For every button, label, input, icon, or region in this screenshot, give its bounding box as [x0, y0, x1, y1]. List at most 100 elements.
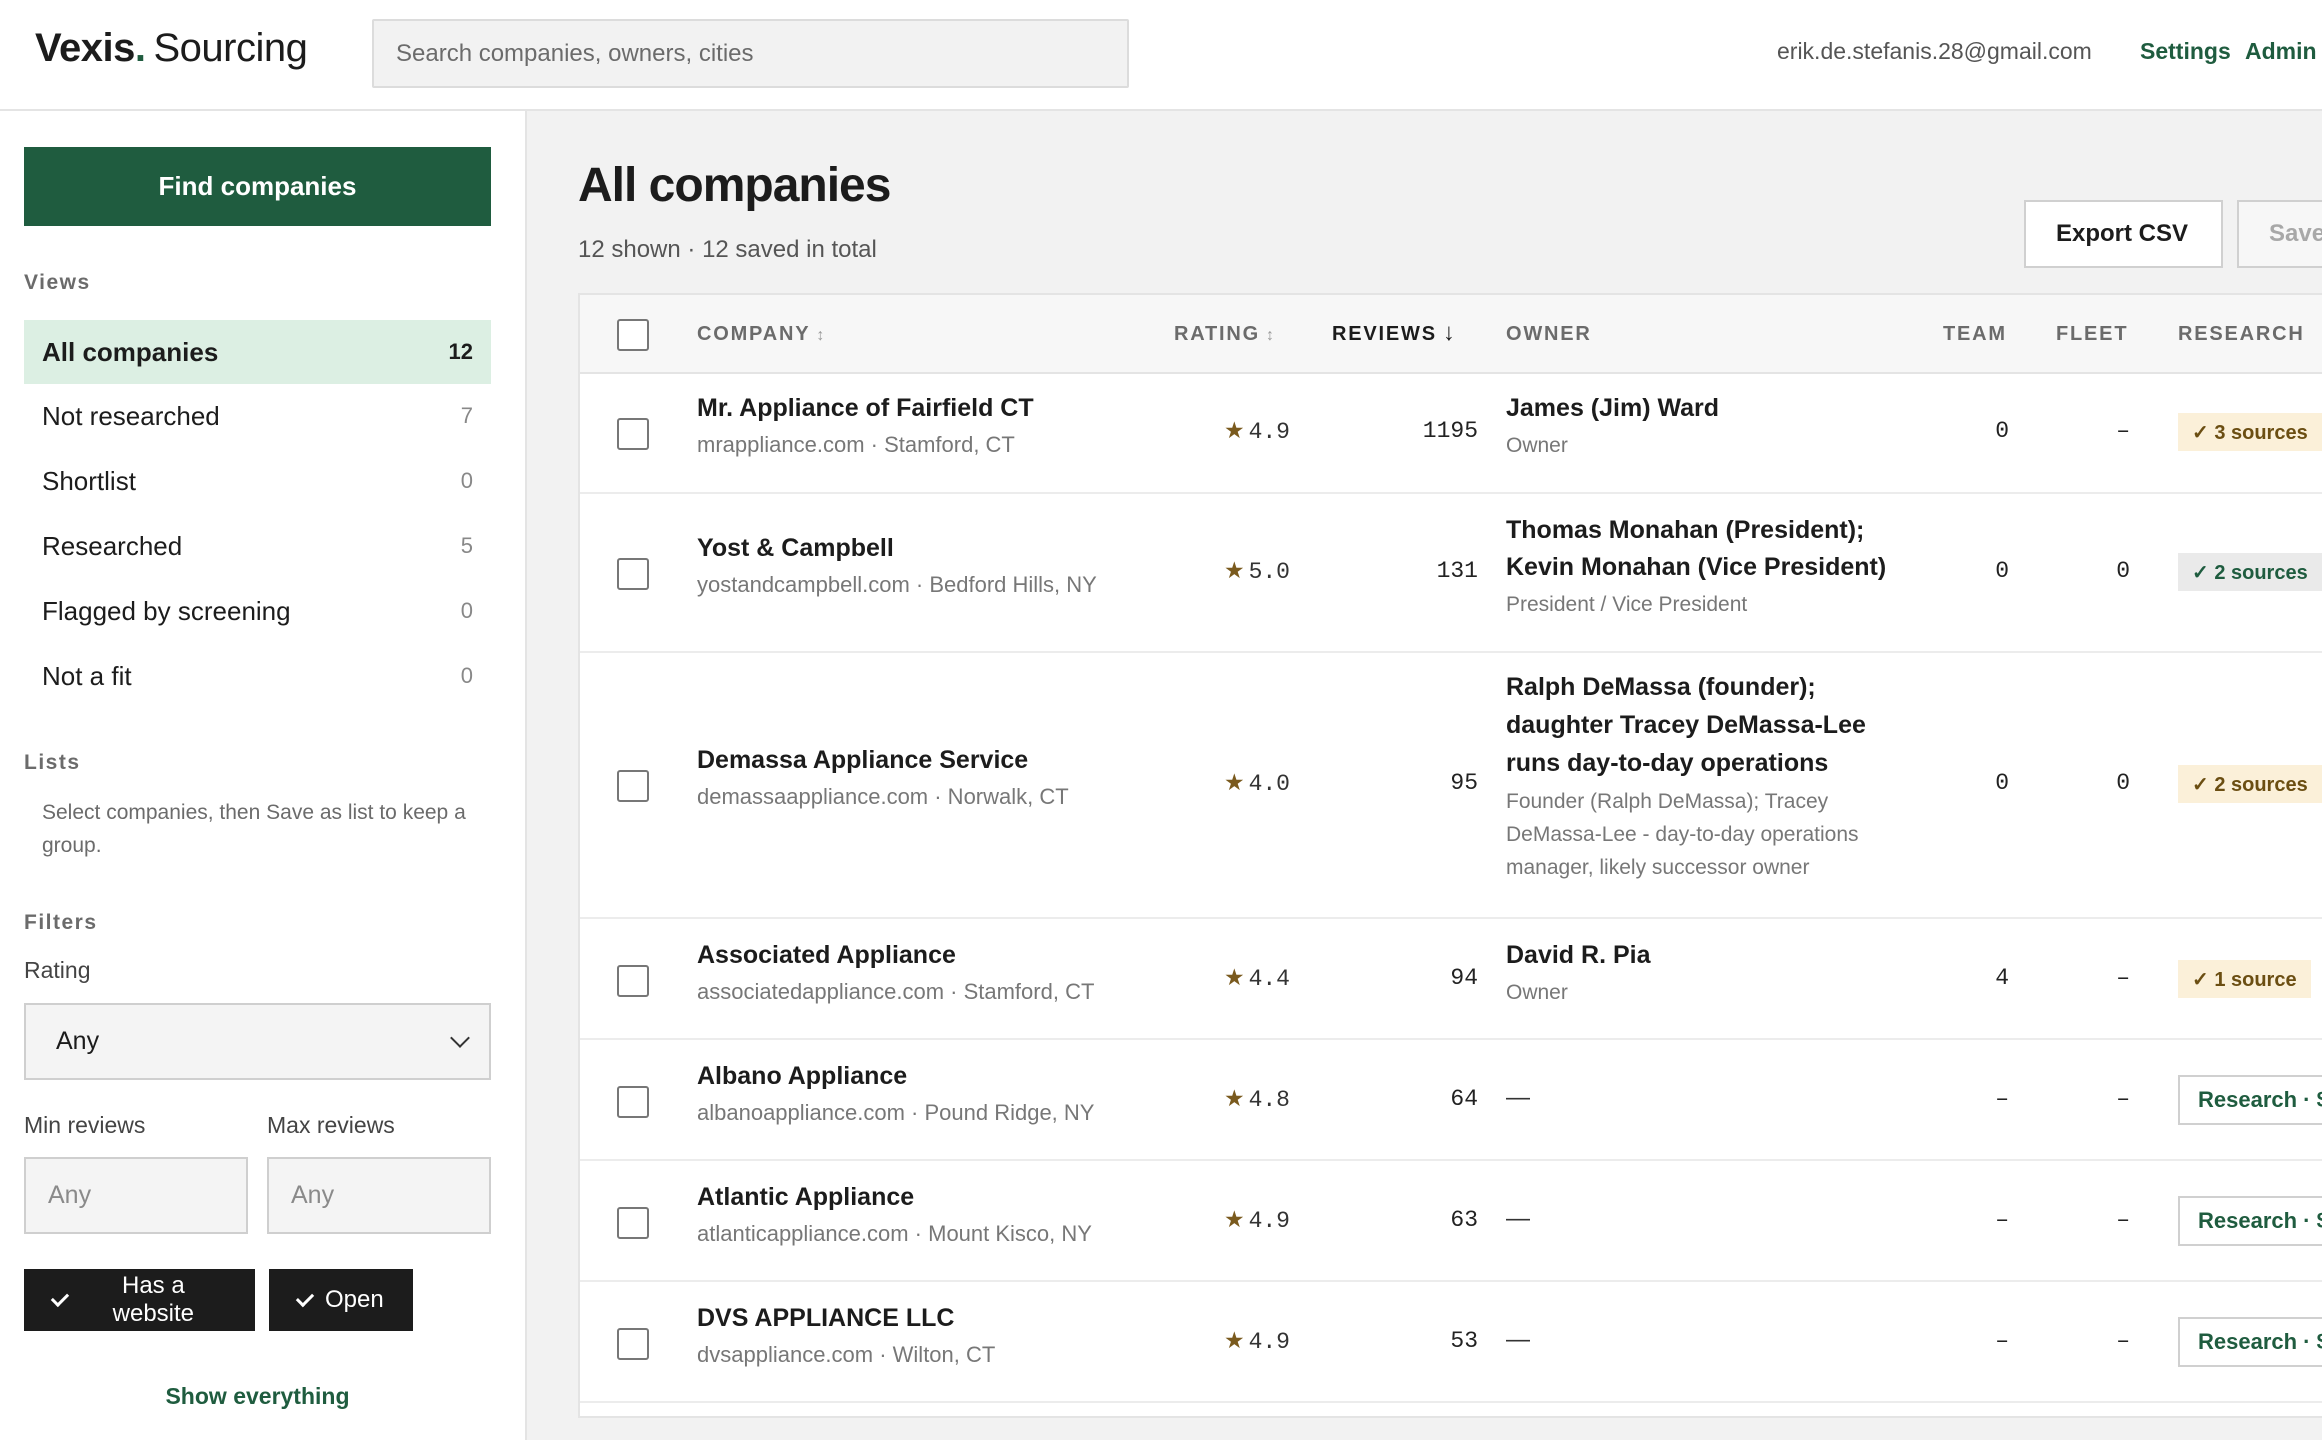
company-name[interactable]: DVS APPLIANCE LLC	[697, 1304, 954, 1333]
view-count: 12	[448, 339, 473, 364]
check-icon	[50, 1288, 69, 1307]
column-reviews[interactable]: REVIEWS ↓	[1332, 319, 1457, 347]
column-fleet[interactable]: FLEET	[2056, 323, 2128, 346]
table-row[interactable]: Mr. Appliance of Fairfield CT mrapplianc…	[580, 374, 2322, 494]
show-everything-link[interactable]: Show everything	[24, 1383, 491, 1410]
row-checkbox[interactable]	[617, 558, 649, 590]
select-all-checkbox[interactable]	[617, 319, 649, 351]
toggle-label: Has a website	[112, 1272, 195, 1327]
rating-value: 4.9	[1248, 419, 1290, 445]
table-row[interactable]: Atlantic Appliance atlanticappliance.com…	[580, 1161, 2322, 1282]
company-name[interactable]: Yost & Campbell	[697, 534, 894, 563]
toggle-label: Open	[325, 1286, 384, 1313]
owner-name: daughter Tracey DeMassa-Lee	[1506, 711, 1866, 739]
view-not-a-fit[interactable]: Not a fit 0	[24, 644, 491, 708]
sidebar: Find companies Views All companies 12 No…	[0, 111, 527, 1440]
row-checkbox[interactable]	[617, 1207, 649, 1239]
research-sources-badge[interactable]: ✓ 2 sources	[2178, 765, 2322, 803]
view-not-researched[interactable]: Not researched 7	[24, 384, 491, 448]
table-row[interactable]: Yost & Campbell yostandcampbell.com · Be…	[580, 494, 2322, 653]
page-subtitle: 12 shown · 12 saved in total	[578, 236, 877, 263]
owner-role: Owner	[1506, 981, 1568, 1004]
column-rating[interactable]: RATING ↕	[1174, 323, 1276, 346]
company-meta: associatedappliance.com · Stamford, CT	[697, 979, 1095, 1004]
row-checkbox[interactable]	[617, 1328, 649, 1360]
lists-heading: Lists	[24, 751, 81, 774]
has-website-toggle[interactable]: Has a website	[24, 1269, 255, 1331]
view-label: Researched	[42, 530, 183, 561]
company-name[interactable]: Atlantic Appliance	[697, 1183, 914, 1212]
export-csv-button[interactable]: Export CSV	[2024, 200, 2223, 268]
star-icon: ★	[1223, 1086, 1245, 1112]
view-shortlist[interactable]: Shortlist 0	[24, 449, 491, 513]
column-owner[interactable]: OWNER	[1506, 323, 1592, 346]
company-name[interactable]: Mr. Appliance of Fairfield CT	[697, 394, 1034, 423]
row-checkbox[interactable]	[617, 418, 649, 450]
admin-link[interactable]: Admin	[2245, 38, 2317, 65]
chevron-down-icon	[450, 1027, 470, 1048]
research-sources-badge[interactable]: ✓ 3 sources	[2178, 413, 2322, 451]
max-reviews-input[interactable]	[267, 1157, 491, 1234]
table-row[interactable]: Demassa Appliance Service demassaapplian…	[580, 653, 2322, 919]
fleet-size: –	[2116, 418, 2130, 444]
open-toggle[interactable]: Open	[269, 1269, 413, 1331]
research-sources-badge[interactable]: ✓ 1 source	[2178, 960, 2311, 998]
view-label: Not researched	[42, 400, 220, 431]
view-researched[interactable]: Researched 5	[24, 514, 491, 578]
search-input[interactable]	[372, 19, 1129, 88]
owner-role: Founder (Ralph DeMassa); Tracey	[1506, 790, 1829, 813]
company-meta: demassaappliance.com · Norwalk, CT	[697, 784, 1069, 809]
star-icon: ★	[1223, 418, 1245, 444]
rating-value: 4.9	[1248, 1329, 1290, 1355]
team-size: 0	[1995, 558, 2009, 584]
research-button[interactable]: Research · $	[2178, 1317, 2322, 1367]
rating-select[interactable]: Any	[24, 1003, 491, 1080]
rating-select-value: Any	[56, 1027, 100, 1055]
research-button[interactable]: Research · $	[2178, 1196, 2322, 1246]
column-company[interactable]: COMPANY ↕	[697, 323, 826, 346]
review-count: 53	[1450, 1328, 1478, 1354]
top-bar: Vexis.Sourcing erik.de.stefanis.28@gmail…	[0, 0, 2322, 111]
company-name[interactable]: Albano Appliance	[697, 1062, 907, 1091]
table-row[interactable]: Associated Appliance associatedappliance…	[580, 919, 2322, 1040]
team-size: 0	[1995, 418, 2009, 444]
view-label: Not a fit	[42, 660, 132, 691]
fleet-size: –	[2116, 1086, 2130, 1112]
rating-filter-label: Rating	[24, 957, 91, 983]
column-research[interactable]: RESEARCH	[2178, 323, 2305, 346]
settings-link[interactable]: Settings	[2140, 38, 2231, 65]
research-button[interactable]: Research · $	[2178, 1075, 2322, 1125]
view-count: 0	[460, 663, 473, 688]
brand-mark: Vexis	[35, 26, 135, 70]
review-count: 64	[1450, 1086, 1478, 1112]
company-rating: ★ 4.8	[1210, 1086, 1290, 1113]
column-label: RATING	[1174, 323, 1260, 345]
company-rating: ★ 4.0	[1210, 770, 1290, 797]
view-flagged-by-screening[interactable]: Flagged by screening 0	[24, 579, 491, 643]
rating-value: 5.0	[1248, 559, 1290, 585]
save-as-list-button[interactable]: Save	[2237, 200, 2322, 268]
owner-role: DeMassa-Lee - day-to-day operations	[1506, 823, 1859, 846]
brand-subtitle: Sourcing	[153, 26, 308, 70]
table-row[interactable]: Albano Appliance albanoappliance.com · P…	[580, 1040, 2322, 1161]
view-count: 0	[460, 468, 473, 493]
team-size: 0	[1995, 770, 2009, 796]
user-email: erik.de.stefanis.28@gmail.com	[1777, 38, 2092, 64]
company-name[interactable]: Demassa Appliance Service	[697, 746, 1028, 775]
company-name[interactable]: Associated Appliance	[697, 941, 956, 970]
row-checkbox[interactable]	[617, 1086, 649, 1118]
table-row[interactable]: DVS APPLIANCE LLC dvsappliance.com · Wil…	[580, 1282, 2322, 1403]
row-checkbox[interactable]	[617, 965, 649, 997]
brand-logo[interactable]: Vexis. Sourcing	[35, 26, 308, 71]
view-all-companies[interactable]: All companies 12	[24, 320, 491, 384]
row-checkbox[interactable]	[617, 770, 649, 802]
min-reviews-input[interactable]	[24, 1157, 248, 1234]
fleet-size: –	[2116, 1207, 2130, 1233]
find-companies-button[interactable]: Find companies	[24, 147, 491, 226]
star-icon: ★	[1223, 1207, 1245, 1233]
research-sources-badge[interactable]: ✓ 2 sources	[2178, 553, 2322, 591]
view-count: 5	[460, 533, 473, 558]
column-team[interactable]: TEAM	[1943, 323, 2007, 346]
views-heading: Views	[24, 271, 91, 294]
owner-empty: —	[1506, 1205, 1530, 1232]
